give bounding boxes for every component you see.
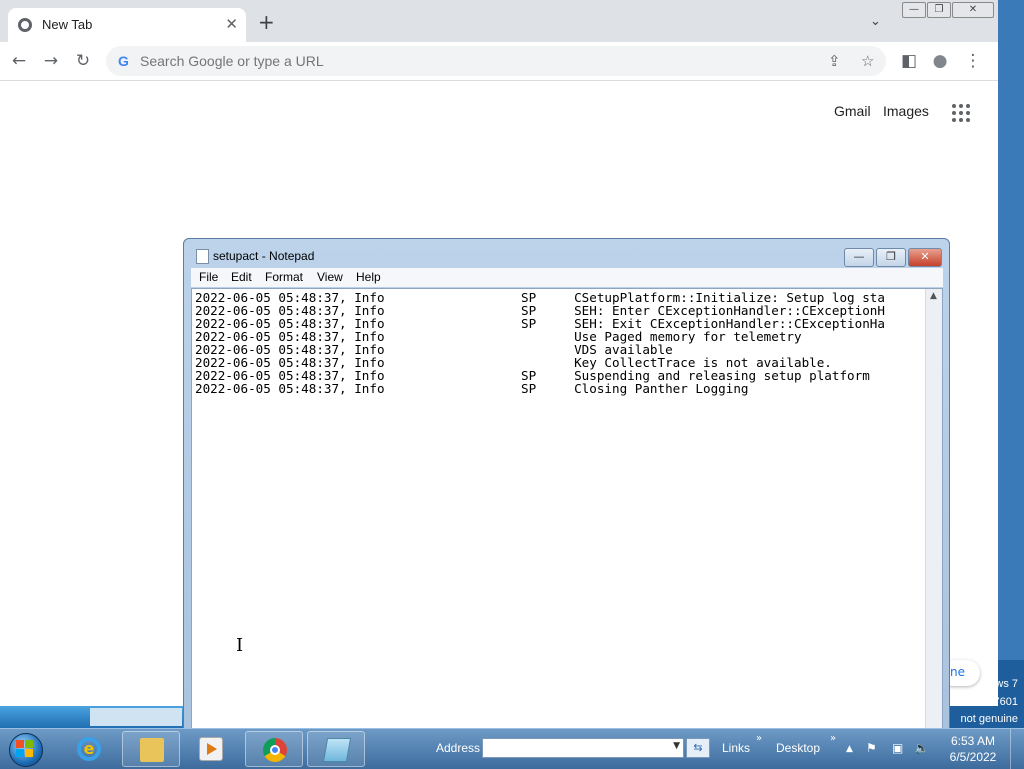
show-hidden-icons[interactable]: ▲ <box>846 744 853 754</box>
watermark-line-3: not genuine <box>960 713 1019 725</box>
menu-edit[interactable]: Edit <box>231 270 252 284</box>
tab-new-tab[interactable]: New Tab ✕ <box>8 8 246 42</box>
notepad-window: setupact - Notepad — ❐ ✕ File Edit Forma… <box>183 238 950 731</box>
watermark-line-1: ws 7 <box>995 678 1018 690</box>
tab-strip: New Tab ✕ + ⌄ — ❐ ✕ <box>0 0 998 42</box>
links-toolbar[interactable]: Links <box>722 741 750 755</box>
notepad-text-area[interactable]: 2022-06-05 05:48:37, Info SP CSetupPlatf… <box>191 288 943 731</box>
address-input[interactable] <box>485 740 665 756</box>
taskbar: e Address ▼ ⇆ Links » Desktop » ▲ ⚑ ▣ 🔈 … <box>0 728 1024 769</box>
clock-time: 6:53 AM <box>950 734 996 748</box>
bookmark-star-icon[interactable]: ☆ <box>861 52 874 70</box>
notepad-icon <box>322 738 352 762</box>
text-cursor-icon: I <box>236 635 244 656</box>
close-icon[interactable]: ✕ <box>225 15 238 33</box>
share-icon[interactable]: ⇪ <box>828 52 841 70</box>
start-button[interactable] <box>4 729 46 769</box>
maximize-button[interactable]: ❐ <box>927 2 951 18</box>
notepad-title: setupact - Notepad <box>213 249 315 263</box>
apps-grid-icon[interactable] <box>952 104 970 122</box>
links-chevron-icon[interactable]: » <box>756 733 762 744</box>
log-text: 2022-06-05 05:48:37, Info SP CSetupPlatf… <box>195 291 923 721</box>
profile-icon[interactable]: ● <box>929 50 951 72</box>
gmail-link[interactable]: Gmail <box>834 103 871 119</box>
google-icon: G <box>118 53 129 69</box>
address-label: Address <box>436 741 481 755</box>
scroll-up-icon[interactable]: ▲ <box>930 291 937 301</box>
desktop-thumbnail <box>90 708 182 726</box>
side-panel-icon[interactable]: ◧ <box>898 50 920 72</box>
system-clock[interactable]: 6:53 AM 6/5/2022 <box>946 733 1000 765</box>
network-icon[interactable]: ▣ <box>892 741 903 755</box>
taskbar-notepad[interactable] <box>307 731 365 767</box>
menu-help[interactable]: Help <box>356 270 381 284</box>
internet-explorer-icon: e <box>77 737 101 761</box>
images-link[interactable]: Images <box>883 103 929 119</box>
forward-icon[interactable]: → <box>40 50 62 72</box>
customize-label: ne <box>950 665 965 679</box>
back-icon[interactable]: ← <box>8 50 30 72</box>
vertical-scrollbar[interactable]: ▲ <box>925 289 942 730</box>
close-button[interactable]: ✕ <box>952 2 994 18</box>
notepad-menubar: File Edit Format View Help <box>191 268 943 287</box>
omnibox-input[interactable] <box>140 51 740 71</box>
taskbar-media-player[interactable] <box>182 731 240 767</box>
menu-view[interactable]: View <box>317 270 343 284</box>
taskbar-internet-explorer[interactable]: e <box>60 731 118 767</box>
taskbar-file-explorer[interactable] <box>122 731 180 767</box>
media-player-icon <box>199 737 223 761</box>
menu-icon[interactable]: ⋮ <box>962 50 984 72</box>
action-center-flag-icon[interactable]: ⚑ <box>866 741 877 755</box>
clock-date: 6/5/2022 <box>949 750 997 764</box>
new-tab-button[interactable]: + <box>258 12 275 32</box>
chrome-icon <box>18 18 32 32</box>
notepad-close-button[interactable]: ✕ <box>908 248 942 267</box>
desktop-toolbar[interactable]: Desktop <box>776 741 820 755</box>
log-line: 2022-06-05 05:48:37, Info SP Closing Pan… <box>195 381 749 396</box>
dropdown-arrow-icon[interactable]: ▼ <box>673 741 680 751</box>
tab-title: New Tab <box>42 17 93 32</box>
address-bar[interactable]: ▼ <box>482 738 684 758</box>
reload-icon[interactable]: ↻ <box>72 50 94 72</box>
menu-file[interactable]: File <box>199 270 218 284</box>
folder-icon <box>140 738 164 762</box>
minimize-button[interactable]: — <box>902 2 926 18</box>
menu-format[interactable]: Format <box>265 270 303 284</box>
taskbar-chrome[interactable] <box>245 731 303 767</box>
show-desktop-button[interactable] <box>1010 729 1024 769</box>
notepad-maximize-button[interactable]: ❐ <box>876 248 906 267</box>
chrome-icon <box>263 738 287 762</box>
desktop-chevron-icon[interactable]: » <box>830 733 836 744</box>
chrome-toolbar: ← → ↻ G ⇪ ☆ ◧ ● ⋮ <box>0 42 998 81</box>
omnibox[interactable]: G ⇪ ☆ <box>106 46 886 76</box>
windows-flag-icon <box>16 740 34 758</box>
notepad-file-icon <box>196 249 209 264</box>
volume-icon[interactable]: 🔈 <box>914 741 929 755</box>
go-icon[interactable]: ⇆ <box>686 738 710 758</box>
notepad-minimize-button[interactable]: — <box>844 248 874 267</box>
tab-search-button[interactable]: ⌄ <box>870 14 881 29</box>
